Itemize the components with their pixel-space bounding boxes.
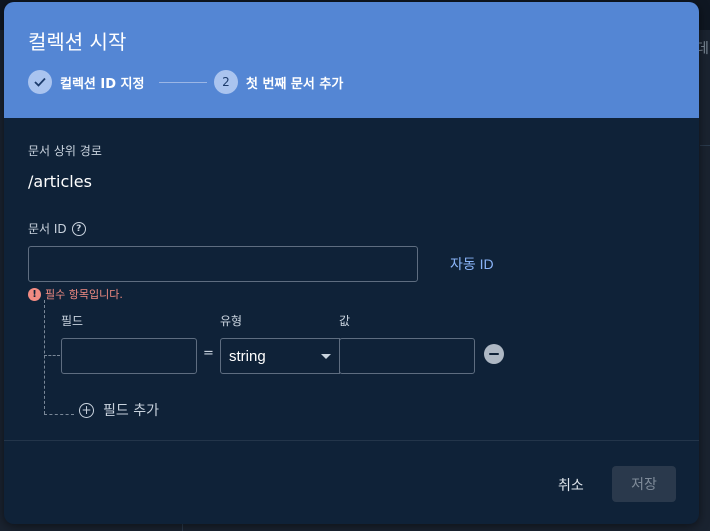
save-button[interactable]: 저장	[612, 466, 676, 502]
tree-line	[44, 300, 45, 414]
error-message: 필수 항목입니다.	[45, 288, 123, 301]
step-connector	[159, 82, 207, 83]
error-icon: !	[28, 287, 41, 301]
step-1: 컬렉션 ID 지정	[28, 70, 144, 94]
dialog-title: 컬렉션 시작	[28, 30, 127, 54]
footer-divider	[4, 440, 699, 441]
remove-icon	[489, 352, 499, 356]
type-column-label: 유형	[220, 314, 243, 328]
start-collection-dialog: 컬렉션 시작 컬렉션 ID 지정 2 첫 번째 문서 추가 문서 상위 경로 /…	[4, 2, 699, 524]
step-2-number: 2	[214, 70, 238, 94]
background-divider	[700, 145, 710, 146]
type-select-value: string	[229, 347, 266, 365]
dialog-header: 컬렉션 시작 컬렉션 ID 지정 2 첫 번째 문서 추가	[4, 2, 699, 118]
step-1-label: 컬렉션 ID 지정	[60, 76, 145, 92]
doc-id-label-row: 문서 ID ?	[28, 220, 86, 237]
check-icon	[28, 70, 52, 94]
equals-sign: =	[203, 346, 214, 361]
doc-id-input[interactable]	[28, 246, 418, 282]
field-name-input[interactable]	[61, 338, 197, 374]
parent-path-label: 문서 상위 경로	[28, 144, 102, 158]
help-icon[interactable]: ?	[71, 221, 86, 236]
background-divider	[182, 524, 183, 531]
step-2: 2 첫 번째 문서 추가	[214, 70, 343, 94]
step-2-label: 첫 번째 문서 추가	[246, 76, 344, 92]
tree-branch	[44, 355, 60, 356]
remove-field-button[interactable]	[484, 344, 504, 364]
cancel-button[interactable]: 취소	[548, 468, 594, 502]
value-column-label: 값	[339, 314, 351, 328]
field-column-label: 필드	[61, 314, 84, 328]
auto-id-button[interactable]: 자동 ID	[440, 252, 504, 276]
parent-path-value: /articles	[28, 172, 92, 191]
field-value-input[interactable]	[339, 338, 475, 374]
caret-down-icon	[321, 353, 331, 359]
type-select[interactable]: string	[220, 338, 340, 374]
doc-id-label: 문서 ID	[28, 222, 67, 236]
add-circle-icon: +	[79, 402, 94, 418]
error-row: ! 필수 항목입니다.	[28, 286, 123, 302]
add-field-button[interactable]: + 필드 추가	[79, 400, 159, 420]
add-field-label: 필드 추가	[103, 403, 159, 419]
tree-branch	[44, 414, 74, 415]
